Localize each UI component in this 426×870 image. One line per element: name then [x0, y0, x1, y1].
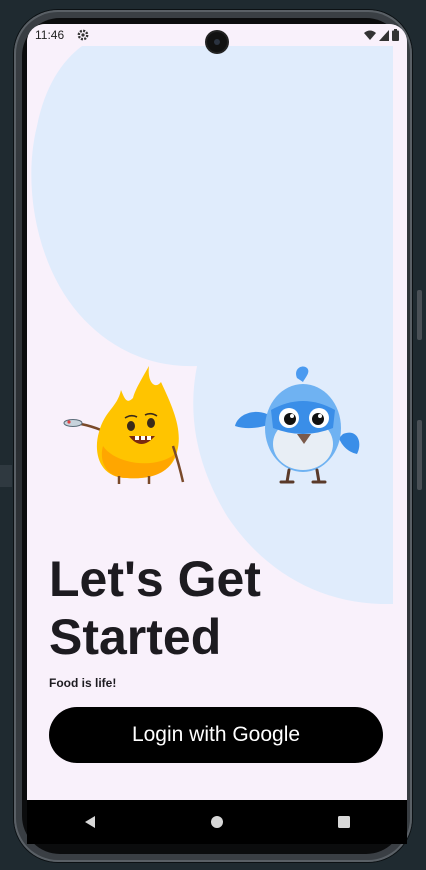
- headline-line-2: Started: [49, 609, 222, 665]
- home-icon[interactable]: [197, 802, 237, 842]
- system-nav-bar: [27, 800, 407, 844]
- battery-icon: [392, 29, 399, 41]
- recents-icon[interactable]: [324, 802, 364, 842]
- headline-line-1: Let's Get: [49, 551, 261, 607]
- wifi-icon: [364, 30, 376, 40]
- power-button[interactable]: [417, 290, 422, 340]
- background-blob: [31, 46, 393, 604]
- volume-button[interactable]: [417, 420, 422, 490]
- login-button-label: Login with Google: [131, 723, 301, 746]
- signal-icon: [379, 29, 389, 41]
- bird-mascot-image: [235, 366, 360, 484]
- app-screen: 11:46 Let's Get Started Food is life! Lo…: [27, 24, 407, 844]
- status-icons: [364, 29, 399, 41]
- gear-icon: [77, 28, 89, 46]
- fire-mascot-image: [63, 366, 185, 484]
- page-title: Let's Get Started: [49, 550, 379, 666]
- emulator-edge: [0, 465, 12, 487]
- status-time: 11:46: [35, 28, 65, 42]
- login-with-google-button[interactable]: Login with Google: [49, 707, 383, 763]
- tagline: Food is life!: [49, 676, 117, 690]
- back-icon[interactable]: [70, 802, 110, 842]
- front-camera: [207, 32, 227, 52]
